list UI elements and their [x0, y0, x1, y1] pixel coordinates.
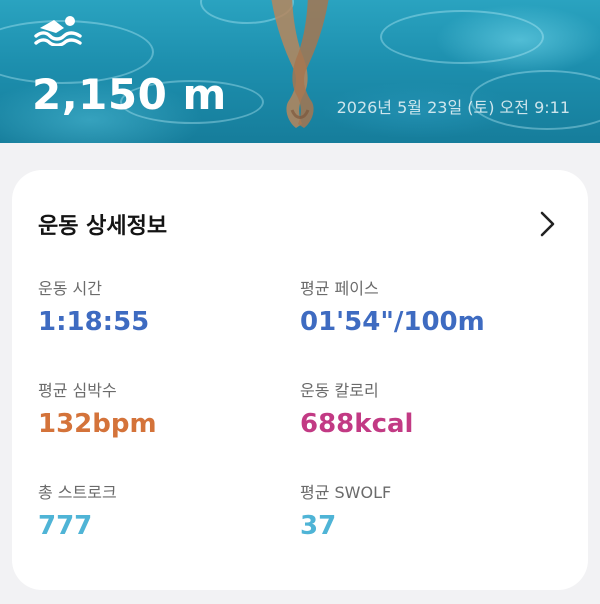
- metric-number: 688: [300, 409, 355, 439]
- metric-label: 평균 페이스: [300, 279, 379, 298]
- metric-unit: kcal: [354, 409, 414, 439]
- water-ripple: [380, 10, 544, 64]
- metric-calories: 운동 칼로리 688kcal: [300, 380, 550, 440]
- metric-number: 1:18:55: [38, 307, 150, 337]
- metric-label: 평균 SWOLF: [300, 483, 392, 502]
- hero-banner: 2,150 m 2026년 5월 23일 (토) 오전 9:11: [0, 0, 600, 143]
- metric-number: 777: [38, 511, 93, 541]
- swimming-icon: [34, 16, 82, 46]
- metric-label: 평균 심박수: [38, 381, 117, 400]
- workout-datetime: 2026년 5월 23일 (토) 오전 9:11: [336, 98, 570, 117]
- metric-number: 01'54"/100m: [300, 307, 485, 337]
- metric-label: 총 스트로크: [38, 483, 117, 502]
- metric-number: 132: [38, 409, 93, 439]
- metric-value: 688kcal: [300, 408, 550, 440]
- workout-details-card[interactable]: 운동 상세정보 운동 시간 1:18:55 평균 페이스 01'54"/100m…: [12, 170, 588, 590]
- metric-value: 132bpm: [38, 408, 288, 440]
- total-distance: 2,150 m: [32, 70, 227, 119]
- metric-value: 1:18:55: [38, 306, 288, 338]
- metric-label: 운동 칼로리: [300, 381, 379, 400]
- metric-duration: 운동 시간 1:18:55: [38, 278, 288, 338]
- metric-value: 01'54"/100m: [300, 306, 550, 338]
- metric-label: 운동 시간: [38, 279, 102, 298]
- metric-value: 777: [38, 510, 288, 542]
- metric-value: 37: [300, 510, 550, 542]
- chevron-right-icon[interactable]: [538, 210, 558, 238]
- metric-unit: bpm: [92, 409, 157, 439]
- metric-average-heart-rate: 평균 심박수 132bpm: [38, 380, 288, 440]
- swimmer-photo: [271, 0, 329, 128]
- metric-total-strokes: 총 스트로크 777: [38, 482, 288, 542]
- metric-average-swolf: 평균 SWOLF 37: [300, 482, 550, 542]
- metric-average-pace: 평균 페이스 01'54"/100m: [300, 278, 550, 338]
- metric-number: 37: [300, 511, 337, 541]
- section-title: 운동 상세정보: [38, 214, 168, 239]
